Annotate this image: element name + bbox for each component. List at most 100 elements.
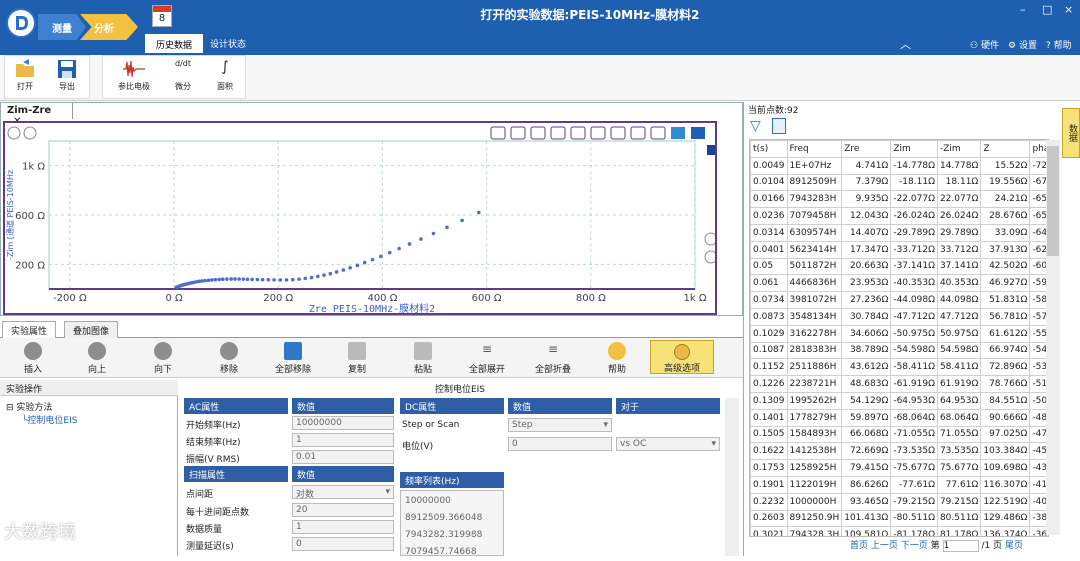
table-row[interactable]: 0.2603 891250.9H 101.413Ω -80.511Ω 80.511Ω 12… (750, 509, 1048, 528)
tool-fit-icon[interactable] (570, 126, 586, 140)
data-point[interactable] (431, 231, 436, 236)
data-point[interactable] (316, 274, 320, 279)
minimize-button[interactable]: – (1020, 3, 1026, 16)
remove-all-button[interactable]: 全部移除 (268, 342, 318, 375)
collapse-ribbon-icon[interactable]: ︿ (900, 36, 911, 52)
list-item[interactable]: 7943282.319988 (405, 527, 499, 544)
tool-peak-icon[interactable] (590, 126, 606, 140)
table-row[interactable]: 0.1226 2238721H 48.683Ω -61.919Ω 61.919Ω 78.7… (750, 375, 1048, 393)
data-point[interactable] (255, 277, 260, 282)
data-point[interactable] (407, 242, 412, 246)
form-scrollbar[interactable] (725, 398, 739, 556)
versus-select[interactable]: vs OC ▾ (616, 437, 720, 451)
remove-button[interactable]: 移除 (204, 342, 254, 375)
tool-line-icon[interactable] (510, 126, 526, 140)
tab-experiment-properties[interactable]: 实验属性 (2, 321, 57, 338)
data-point[interactable] (397, 246, 401, 251)
help-button[interactable]: ? 帮助 (1046, 38, 1072, 51)
ref-electrode-button[interactable]: 参比电极 (112, 57, 156, 97)
export-button[interactable]: 导出 (50, 57, 84, 97)
tab-history-data[interactable]: 历史数据 (145, 34, 203, 53)
paste-button[interactable]: 粘贴 (398, 342, 448, 375)
table-scroll-thumb[interactable] (1047, 146, 1059, 256)
tab-overlay-image[interactable]: 叠加图像 (64, 321, 119, 338)
data-point[interactable] (334, 270, 339, 274)
report-icon[interactable] (772, 118, 786, 134)
quality-input[interactable]: 1 (292, 520, 394, 534)
data-point[interactable] (322, 273, 326, 277)
table-row[interactable]: 0.1152 2511886H 43.612Ω -58.411Ω 58.411Ω 72.8… (750, 358, 1048, 377)
settings-button[interactable]: ⚙ 设置 (1008, 38, 1037, 51)
data-point[interactable] (229, 277, 233, 281)
copy-button[interactable]: 复制 (332, 342, 382, 375)
column-header[interactable]: Zre (841, 140, 892, 158)
end-freq-input[interactable]: 1 (292, 433, 394, 447)
column-header[interactable]: Freq (786, 140, 843, 158)
data-point[interactable] (291, 277, 295, 282)
data-point[interactable] (278, 278, 283, 282)
collapse-all-button[interactable]: ≡ 全部折叠 (528, 342, 578, 375)
pager-first[interactable]: 首页 (850, 541, 868, 551)
table-row[interactable]: 0.1622 1412538H 72.669Ω -73.535Ω 73.535Ω 103.… (750, 442, 1048, 461)
start-freq-input[interactable]: 10000000 (292, 416, 394, 430)
table-row[interactable]: 0.0104 8912509H 7.379Ω -18.11Ω 18.11Ω 19.556Ω… (750, 173, 1048, 192)
table-row[interactable]: 0.0236 7079458H 12.043Ω -26.024Ω 26.024Ω 28.6… (750, 207, 1048, 225)
filter-icon[interactable]: ▽ (750, 118, 761, 134)
tool-select-icon[interactable] (490, 126, 506, 140)
data-point[interactable] (460, 218, 464, 223)
data-point[interactable] (272, 278, 276, 282)
table-row[interactable]: 0.2232 1000000H 93.465Ω -79.215Ω 79.215Ω 122.… (750, 492, 1048, 511)
expand-all-button[interactable]: ≡ 全部展开 (462, 342, 512, 375)
data-point[interactable] (379, 254, 383, 259)
zoom-in-y-icon[interactable] (704, 232, 718, 246)
freq-list[interactable]: 10000000 8912509.366048 7943282.319988 7… (400, 490, 504, 557)
tab-design-state[interactable]: 设计状态 (210, 37, 246, 50)
data-point[interactable] (355, 263, 360, 268)
data-point[interactable] (328, 271, 333, 276)
integral-button[interactable]: ∫ 面积 (208, 57, 242, 97)
zoom-in-icon[interactable] (7, 126, 21, 140)
data-point[interactable] (210, 278, 214, 282)
data-point[interactable] (362, 260, 367, 265)
tool-mark-icon[interactable] (650, 126, 666, 140)
data-point[interactable] (370, 257, 375, 262)
tool-curve-icon[interactable] (530, 126, 546, 140)
list-item[interactable]: 10000000 (405, 493, 499, 510)
data-point[interactable] (297, 277, 301, 281)
points-input[interactable]: 20 (292, 503, 394, 517)
column-header[interactable]: Z (980, 140, 1031, 158)
save-chart-icon[interactable] (691, 127, 705, 139)
table-row[interactable]: 0.0314 6309574H 14.407Ω -29.789Ω 29.789Ω 33.0… (750, 223, 1048, 242)
differential-button[interactable]: d/dt 微分 (166, 57, 200, 97)
data-point[interactable] (213, 277, 218, 282)
move-down-button[interactable]: 向下 (138, 342, 188, 375)
tool-cursor-icon[interactable] (630, 126, 646, 140)
table-row[interactable]: 0.0401 5623414H 17.347Ω -33.712Ω 33.712Ω 37.9… (750, 240, 1048, 259)
pager-next[interactable]: 下一页 (901, 541, 928, 551)
column-header[interactable]: t(s) (750, 140, 788, 158)
nyquist-chart[interactable]: -200 Ω 0 Ω 200 Ω 400 Ω 600 Ω 800 Ω 1k Ω 200 Ω 60… (3, 121, 718, 315)
table-row[interactable]: 0.1087 2818383H 38.789Ω -54.598Ω 54.598Ω 66.9… (750, 341, 1048, 360)
side-data-tab[interactable]: 数据 (1062, 108, 1080, 158)
table-row[interactable]: 0.0166 7943283H 9.935Ω -22.077Ω 22.077Ω 24.21… (750, 190, 1048, 209)
close-button[interactable]: × (1064, 3, 1073, 16)
calendar-icon[interactable]: 8 (152, 5, 172, 27)
data-point[interactable] (203, 278, 208, 283)
table-row[interactable]: 0.1753 1258925H 79.415Ω -75.677Ω 75.677Ω 109.… (750, 459, 1048, 477)
tree-root[interactable]: ⊟ 实验方法 (6, 400, 52, 413)
data-point[interactable] (233, 277, 237, 281)
table-row[interactable]: 0.0873 3548134H 30.784Ω -47.712Ω 47.712Ω 56.7… (750, 307, 1048, 326)
pager-last[interactable]: 尾页 (1005, 541, 1023, 551)
data-point[interactable] (266, 277, 271, 282)
data-point[interactable] (200, 279, 205, 283)
data-point[interactable] (348, 265, 352, 270)
data-point[interactable] (476, 210, 481, 215)
data-point[interactable] (206, 278, 211, 283)
table-row[interactable]: 0.3021 794328.3H 109.581Ω -81.178Ω 81.178Ω 13… (750, 526, 1048, 536)
column-header[interactable]: Zim (890, 140, 938, 158)
table-row[interactable]: 0.0734 3981072H 27.236Ω -44.098Ω 44.098Ω 51.8… (750, 291, 1048, 309)
data-point[interactable] (419, 237, 423, 241)
data-point[interactable] (445, 225, 449, 230)
tool-arc-icon[interactable] (550, 126, 566, 140)
nyquist-plot-svg[interactable]: -200 Ω 0 Ω 200 Ω 400 Ω 600 Ω 800 Ω 1k Ω 200 Ω 60… (5, 123, 718, 315)
